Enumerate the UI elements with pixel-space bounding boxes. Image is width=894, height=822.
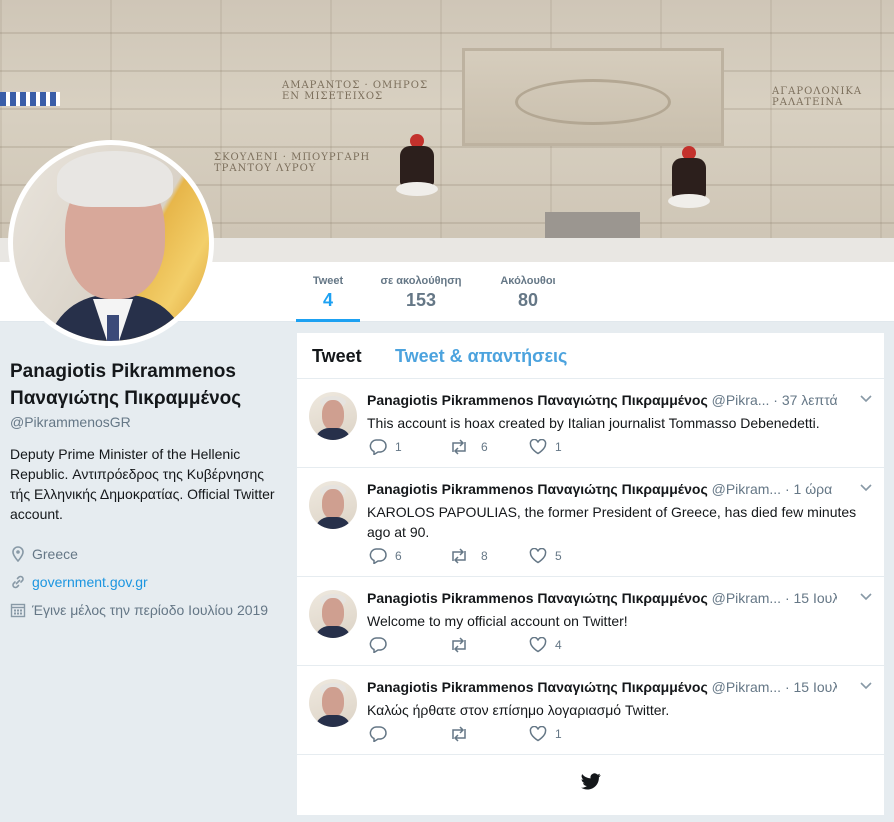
tweet-author-name[interactable]: Panagiotis Pikrammenos Παναγιώτης Πικραμ… bbox=[367, 481, 708, 497]
tweet-timestamp[interactable]: · 15 Ιουλ bbox=[785, 679, 837, 695]
like-count: 1 bbox=[555, 727, 562, 741]
profile-card: Panagiotis Pikrammenos Παναγιώτης Πικραμ… bbox=[10, 358, 280, 624]
tweet-author-handle[interactable]: @Pikram... bbox=[712, 679, 781, 695]
stat-following[interactable]: σε ακολούθηση 153 bbox=[372, 262, 470, 322]
timeline-tabs: Tweet Tweet & απαντήσεις bbox=[297, 333, 884, 379]
caret-down-icon[interactable] bbox=[860, 481, 872, 495]
like-button[interactable]: 1 bbox=[529, 726, 609, 742]
reply-icon bbox=[369, 439, 387, 455]
tweet-author-handle[interactable]: @Pikra... bbox=[712, 392, 770, 408]
location-icon bbox=[10, 546, 26, 562]
link-icon bbox=[10, 574, 26, 590]
tweet-avatar[interactable] bbox=[309, 392, 357, 440]
retweet-button[interactable]: 8 bbox=[449, 548, 529, 564]
tweet-item[interactable]: Panagiotis Pikrammenos Παναγιώτης Πικραμ… bbox=[297, 468, 884, 577]
tweet-header: Panagiotis Pikrammenos Παναγιώτης Πικραμ… bbox=[367, 679, 837, 695]
reply-button[interactable]: 1 bbox=[369, 439, 449, 455]
tweet-author-name[interactable]: Panagiotis Pikrammenos Παναγιώτης Πικραμ… bbox=[367, 679, 708, 695]
profile-joined-text: Έγινε μέλος την περίοδο Ιουλίου 2019 bbox=[32, 602, 269, 618]
caret-down-icon[interactable] bbox=[860, 392, 872, 406]
retweet-button[interactable]: 6 bbox=[449, 439, 529, 455]
tweet-actions: 1 6 1 bbox=[369, 439, 609, 455]
profile-joined: Έγινε μέλος την περίοδο Ιουλίου 2019 bbox=[10, 596, 280, 624]
stat-tweets-count: 4 bbox=[322, 290, 333, 310]
tweet-text: Καλώς ήρθατε στον επίσημο λογαριασμό Twi… bbox=[367, 702, 670, 718]
profile-avatar[interactable] bbox=[8, 140, 214, 346]
tweet-author-handle[interactable]: @Pikram... bbox=[712, 481, 781, 497]
like-icon bbox=[529, 439, 547, 455]
tab-tweets[interactable]: Tweet bbox=[312, 346, 362, 367]
reply-icon bbox=[369, 726, 387, 742]
stat-tweets[interactable]: Tweet 4 bbox=[296, 262, 360, 322]
stat-followers-label: Ακόλουθοι bbox=[500, 275, 556, 287]
tweet-avatar[interactable] bbox=[309, 590, 357, 638]
tweet-avatar[interactable] bbox=[309, 481, 357, 529]
tweet-avatar[interactable] bbox=[309, 679, 357, 727]
retweet-button[interactable] bbox=[449, 637, 529, 653]
like-count: 5 bbox=[555, 549, 562, 563]
tweet-timestamp[interactable]: · 37 λεπτά bbox=[773, 392, 837, 408]
stat-followers[interactable]: Ακόλουθοι 80 bbox=[492, 262, 564, 322]
tweet-header: Panagiotis Pikrammenos Παναγιώτης Πικραμ… bbox=[367, 392, 837, 408]
tweet-text: Welcome to my official account on Twitte… bbox=[367, 613, 628, 629]
tweet-item[interactable]: Panagiotis Pikrammenos Παναγιώτης Πικραμ… bbox=[297, 666, 884, 755]
like-button[interactable]: 1 bbox=[529, 439, 609, 455]
profile-handle[interactable]: @PikrammenosGR bbox=[10, 414, 280, 430]
tweet-actions: 6 8 5 bbox=[369, 548, 609, 564]
retweet-count: 6 bbox=[481, 440, 488, 454]
profile-bio: Deputy Prime Minister of the Hellenic Re… bbox=[10, 446, 275, 522]
retweet-icon bbox=[452, 726, 466, 742]
like-button[interactable]: 5 bbox=[529, 548, 609, 564]
tweet-text: KAROLOS PAPOULIAS, the former President … bbox=[367, 504, 857, 540]
retweet-button[interactable] bbox=[449, 726, 529, 742]
reply-icon bbox=[369, 548, 387, 564]
tweet-author-handle[interactable]: @Pikram... bbox=[712, 590, 781, 606]
reply-button[interactable] bbox=[369, 637, 449, 653]
timeline: Tweet Tweet & απαντήσεις Panagiotis Pikr… bbox=[297, 333, 884, 815]
reply-button[interactable] bbox=[369, 726, 449, 742]
tab-tweets-replies[interactable]: Tweet & απαντήσεις bbox=[395, 346, 567, 367]
profile-name[interactable]: Panagiotis Pikrammenos Παναγιώτης Πικραμ… bbox=[10, 358, 280, 412]
like-icon bbox=[529, 726, 547, 742]
tweet-header: Panagiotis Pikrammenos Παναγιώτης Πικραμ… bbox=[367, 481, 837, 497]
profile-website: government.gov.gr bbox=[10, 568, 280, 596]
like-icon bbox=[529, 548, 547, 564]
profile-meta: Greece government.gov.gr Έγινε μέλος την… bbox=[10, 540, 280, 624]
caret-down-icon[interactable] bbox=[860, 590, 872, 604]
retweet-count: 8 bbox=[481, 549, 488, 563]
tweet-actions: 1 bbox=[369, 726, 609, 742]
timeline-end bbox=[297, 753, 884, 815]
profile-location: Greece bbox=[10, 540, 280, 568]
retweet-icon bbox=[452, 439, 466, 455]
tweet-header: Panagiotis Pikrammenos Παναγιώτης Πικραμ… bbox=[367, 590, 837, 606]
tweet-text: This account is hoax created by Italian … bbox=[367, 415, 820, 431]
like-count: 4 bbox=[555, 638, 562, 652]
stat-tweets-label: Tweet bbox=[312, 275, 344, 287]
tweet-item[interactable]: Panagiotis Pikrammenos Παναγιώτης Πικραμ… bbox=[297, 577, 884, 666]
stat-following-label: σε ακολούθηση bbox=[380, 275, 462, 287]
twitter-bird-icon bbox=[580, 773, 601, 795]
profile-location-text: Greece bbox=[32, 546, 78, 562]
reply-icon bbox=[369, 637, 387, 653]
reply-count: 1 bbox=[395, 440, 402, 454]
stat-following-count: 153 bbox=[405, 290, 437, 310]
reply-count: 6 bbox=[395, 549, 402, 563]
retweet-icon bbox=[452, 637, 466, 653]
like-count: 1 bbox=[555, 440, 562, 454]
stat-followers-count: 80 bbox=[517, 290, 539, 310]
caret-down-icon[interactable] bbox=[860, 679, 872, 693]
tweet-item[interactable]: Panagiotis Pikrammenos Παναγιώτης Πικραμ… bbox=[297, 379, 884, 468]
tweet-actions: 4 bbox=[369, 637, 609, 653]
tweet-timestamp[interactable]: · 15 Ιουλ bbox=[785, 590, 837, 606]
tweet-timestamp[interactable]: · 1 ώρα bbox=[785, 481, 832, 497]
tweet-author-name[interactable]: Panagiotis Pikrammenos Παναγιώτης Πικραμ… bbox=[367, 392, 708, 408]
like-icon bbox=[529, 637, 547, 653]
retweet-icon bbox=[452, 548, 466, 564]
profile-website-link[interactable]: government.gov.gr bbox=[32, 574, 148, 590]
tweet-author-name[interactable]: Panagiotis Pikrammenos Παναγιώτης Πικραμ… bbox=[367, 590, 708, 606]
like-button[interactable]: 4 bbox=[529, 637, 609, 653]
calendar-icon bbox=[10, 602, 26, 618]
reply-button[interactable]: 6 bbox=[369, 548, 449, 564]
